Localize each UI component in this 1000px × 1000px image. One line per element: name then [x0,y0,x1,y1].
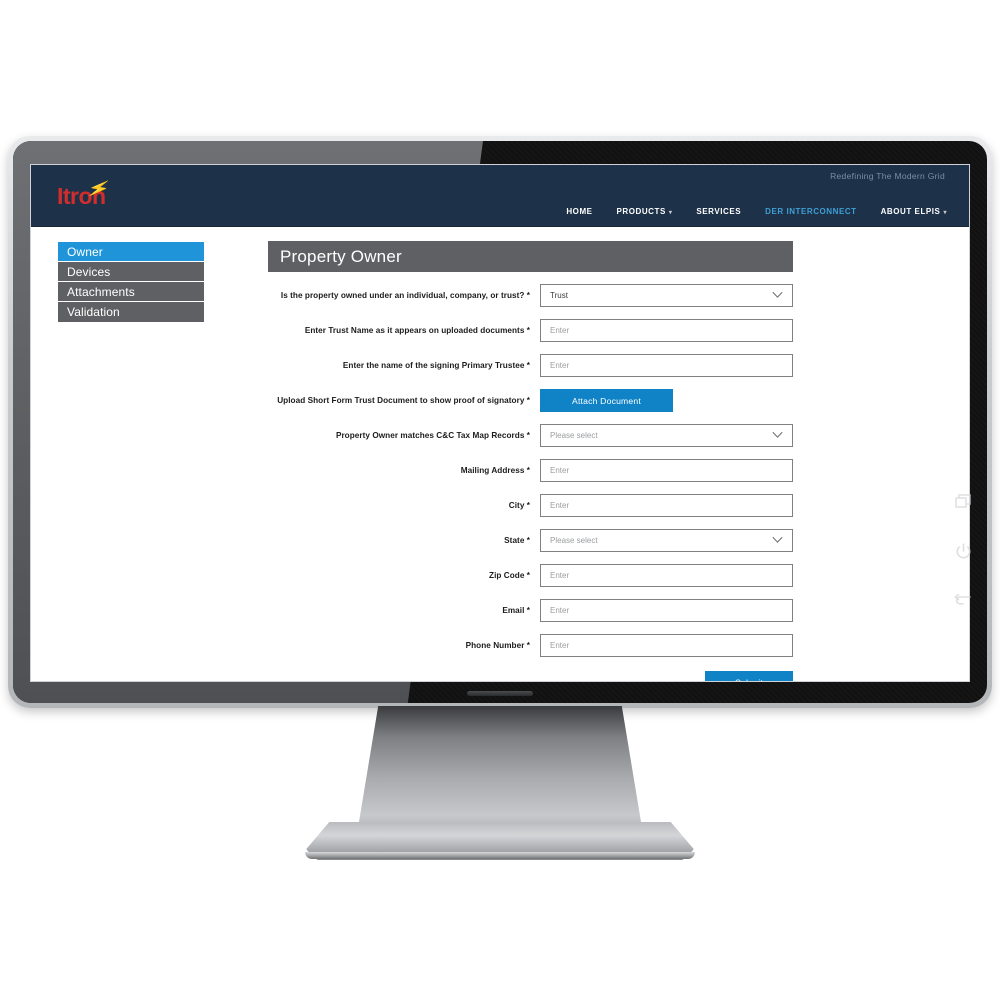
chevron-down-icon: ▾ [668,210,673,216]
page-body: Owner Devices Attachments Validation Pro… [31,227,969,681]
sidebar-item-validation[interactable]: Validation [58,302,204,322]
itron-logo[interactable]: Itron ⚡ [57,177,112,208]
attach-document-button[interactable]: Attach Document [540,389,673,412]
monitor-chin-notch [467,691,533,696]
submit-button[interactable]: Submit [705,671,793,681]
nav-label: ABOUT ELPIS [880,207,941,216]
nav-label: SERVICES [696,207,742,216]
back-arrow-icon[interactable] [954,594,972,608]
form-row: Property Owner matches C&C Tax Map Recor… [268,424,793,447]
field-label-upload-trust-document: Upload Short Form Trust Document to show… [277,395,530,405]
form-row: Is the property owned under an individua… [268,284,793,307]
nav-label: DER INTERCONNECT [765,207,857,216]
screen: Redefining The Modern Grid Itron ⚡ HOME … [30,164,970,682]
form-row: Mailing Address * [268,459,793,482]
nav-label: HOME [566,207,593,216]
select-value: Please select [550,536,598,545]
nav-item-der-interconnect[interactable]: DER INTERCONNECT [765,207,856,216]
city-input[interactable] [540,494,793,517]
site-header: Redefining The Modern Grid Itron ⚡ HOME … [31,165,969,227]
phone-number-input[interactable] [540,634,793,657]
select-value: Trust [550,291,568,300]
sidebar-item-owner[interactable]: Owner [58,242,204,262]
select-value: Please select [550,431,598,440]
sidebar-item-attachments[interactable]: Attachments [58,282,204,302]
field-label-primary-trustee: Enter the name of the signing Primary Tr… [342,360,530,370]
page-title: Property Owner [268,241,793,272]
field-label-trust-name: Enter Trust Name as it appears on upload… [304,325,530,335]
monitor-bezel-controls[interactable] [946,494,980,608]
property-owner-form: Property Owner Is the property owned und… [268,241,793,681]
submit-row: Submit [268,671,793,681]
nav-label: PRODUCTS [616,207,666,216]
chevron-down-icon [772,536,783,545]
state-select[interactable]: Please select [540,529,793,552]
monitor-stand-base-edge [305,852,695,859]
field-label-mailing-address: Mailing Address * [460,465,530,475]
form-row: Enter the name of the signing Primary Tr… [268,354,793,377]
nav-item-home[interactable]: HOME [566,207,592,216]
field-label-ownership-type: Is the property owned under an individua… [280,290,530,300]
sidebar-item-label: Attachments [67,285,135,299]
form-row: Email * [268,599,793,622]
field-label-email: Email * [502,605,530,615]
field-label-tax-map-records: Property Owner matches C&C Tax Map Recor… [335,430,530,440]
monitor: Redefining The Modern Grid Itron ⚡ HOME … [8,136,992,708]
field-label-state: State * [504,535,530,545]
form-row: Enter Trust Name as it appears on upload… [268,319,793,342]
form-row: State * Please select [268,529,793,552]
power-icon[interactable] [955,543,972,560]
field-label-phone-number: Phone Number * [465,640,530,650]
chevron-down-icon: ▾ [943,210,947,216]
chevron-down-icon [772,431,783,440]
primary-trustee-input[interactable] [540,354,793,377]
ownership-type-select[interactable]: Trust [540,284,793,307]
email-field[interactable] [540,599,793,622]
windows-switch-icon[interactable] [954,494,972,509]
sidebar-item-label: Owner [67,245,103,259]
form-row: Zip Code * [268,564,793,587]
tax-map-records-select[interactable]: Please select [540,424,793,447]
wizard-sidebar[interactable]: Owner Devices Attachments Validation [57,241,205,323]
site-tagline: Redefining The Modern Grid [830,171,945,181]
mailing-address-input[interactable] [540,459,793,482]
field-label-zip-code: Zip Code * [489,570,530,580]
sidebar-item-label: Devices [67,265,111,279]
form-row: Upload Short Form Trust Document to show… [268,389,793,412]
trust-name-input[interactable] [540,319,793,342]
chevron-down-icon [772,291,783,300]
form-row: City * [268,494,793,517]
nav-item-about-elpis[interactable]: ABOUT ELPIS ▾ [881,207,947,216]
lightning-bolt-icon: ⚡ [84,177,113,200]
sidebar-item-devices[interactable]: Devices [58,262,204,282]
nav-item-products[interactable]: PRODUCTS ▾ [617,207,673,216]
zip-code-input[interactable] [540,564,793,587]
form-row: Phone Number * [268,634,793,657]
field-label-city: City * [508,500,530,510]
sidebar-item-label: Validation [67,305,120,319]
nav-item-services[interactable]: SERVICES [696,207,741,216]
main-nav[interactable]: HOME PRODUCTS ▾ SERVICES DER INTERCONNECT… [566,207,947,216]
